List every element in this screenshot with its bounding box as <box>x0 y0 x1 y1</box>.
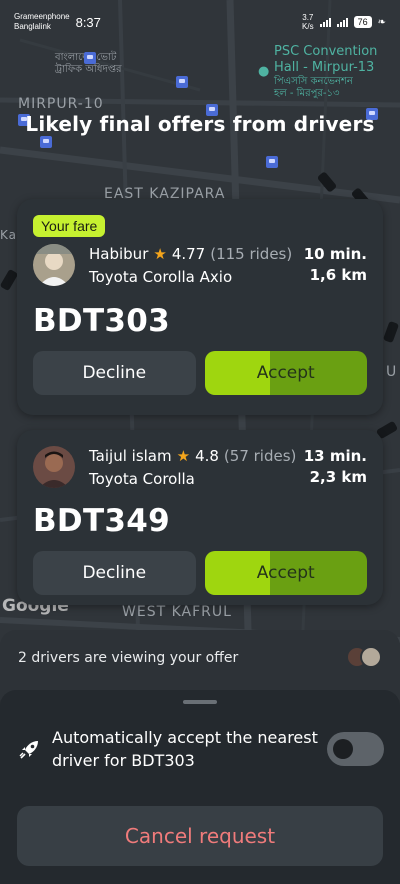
map-label-edge-right: U <box>386 364 398 380</box>
eta-distance: 2,3 km <box>309 468 367 486</box>
car-model: Toyota Corolla <box>89 470 195 488</box>
bus-stop-icon[interactable] <box>40 136 52 148</box>
viewer-avatar <box>360 646 382 668</box>
star-icon: ★ <box>176 447 191 465</box>
eta: 13 min. 2,3 km <box>304 446 367 488</box>
driver-name: Habibur <box>89 245 149 263</box>
eta: 10 min. 1,6 km <box>304 244 367 286</box>
map-label-west-kafrul: WEST KAFRUL <box>122 604 232 620</box>
eta-distance: 1,6 km <box>309 266 367 284</box>
driver-rating: 4.8 <box>195 447 219 465</box>
status-time: 8:37 <box>75 14 101 30</box>
driver-avatar <box>33 244 75 286</box>
driver-rating: 4.77 <box>171 245 206 263</box>
car-model: Toyota Corolla Axio <box>89 268 233 286</box>
accept-button[interactable]: Accept <box>204 351 367 395</box>
offer-card: Taijul islam ★ 4.8 (57 rides) Toyota Cor… <box>17 430 383 605</box>
toggle-knob <box>333 739 353 759</box>
bus-stop-icon[interactable] <box>176 76 188 88</box>
eta-time: 13 min. <box>303 447 367 465</box>
auto-accept-label: Automatically accept the nearest driver … <box>52 728 318 770</box>
eta-time: 10 min. <box>303 245 367 263</box>
offer-actions: Decline Accept <box>33 351 367 395</box>
driver-row: Habibur ★ 4.77 (115 rides) Toyota Coroll… <box>33 244 367 287</box>
offer-card: Your fare Habibur ★ 4.77 (115 rides) Toy… <box>17 199 383 415</box>
network-speed: 3.7 K/s <box>302 13 314 31</box>
accept-button[interactable]: Accept <box>204 551 367 595</box>
decline-button[interactable]: Decline <box>33 351 196 395</box>
offer-price: BDT349 <box>33 503 171 539</box>
your-fare-badge: Your fare <box>33 215 106 237</box>
map-label-edge-left: Ka <box>0 228 18 242</box>
page-title: Likely final offers from drivers <box>25 112 375 136</box>
driver-row: Taijul islam ★ 4.8 (57 rides) Toyota Cor… <box>33 446 367 489</box>
auto-accept-toggle[interactable] <box>327 732 384 766</box>
bottom-sheet: Automatically accept the nearest driver … <box>0 690 400 884</box>
auto-accept-row: Automatically accept the nearest driver … <box>18 726 384 772</box>
driver-info: Habibur ★ 4.77 (115 rides) Toyota Coroll… <box>89 244 304 287</box>
decline-button[interactable]: Decline <box>33 551 196 595</box>
rocket-icon <box>19 741 38 759</box>
ride-count: (115 rides) <box>210 245 293 263</box>
status-bar: Grameenphone Banglalink 8:37 3.7 K/s 76 … <box>0 0 400 44</box>
bus-stop-icon[interactable] <box>266 156 278 168</box>
viewing-text: 2 drivers are viewing your offer <box>18 650 239 666</box>
driver-info: Taijul islam ★ 4.8 (57 rides) Toyota Cor… <box>89 446 304 489</box>
driver-avatar <box>33 446 75 488</box>
signal-icon <box>336 17 348 27</box>
status-indicators: 3.7 K/s 76 ❧ <box>302 13 386 31</box>
viewer-avatars <box>346 646 382 668</box>
ride-count: (57 rides) <box>223 447 297 465</box>
map-label-mirpur-10: MIRPUR-10 <box>18 96 104 112</box>
drag-handle[interactable] <box>183 700 217 704</box>
carrier-names: Grameenphone Banglalink <box>14 12 70 31</box>
driver-name: Taijul islam <box>89 447 172 465</box>
bus-stop-icon[interactable] <box>84 52 96 64</box>
map-pin-icon: ● <box>258 64 271 79</box>
battery-icon: 76 <box>353 16 372 28</box>
leaf-icon: ❧ <box>377 16 386 28</box>
map-label-psc: PSC Convention Hall - Mirpur-13 পিএসসি ক… <box>274 44 378 99</box>
offer-actions: Decline Accept <box>33 551 367 595</box>
star-icon: ★ <box>153 245 167 263</box>
signal-icon <box>319 17 331 27</box>
offer-price: BDT303 <box>33 303 171 339</box>
cancel-request-button[interactable]: Cancel request <box>17 806 383 866</box>
